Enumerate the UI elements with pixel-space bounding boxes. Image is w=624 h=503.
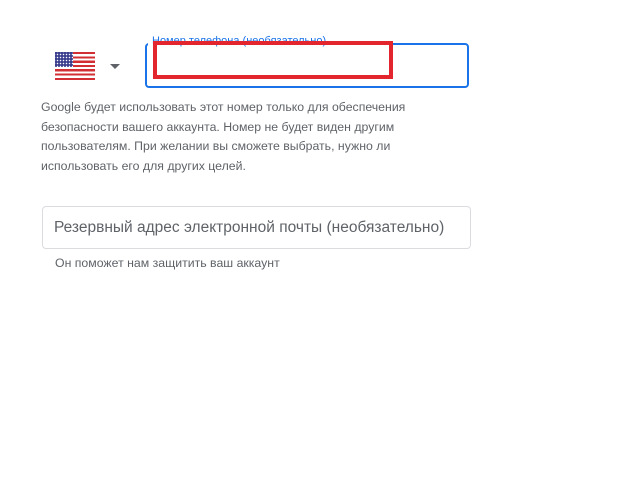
chevron-down-icon	[110, 63, 120, 69]
phone-hint: Google будет использовать этот номер тол…	[41, 100, 406, 173]
flag-canton	[55, 52, 73, 67]
signup-form: Номер телефона (необязательно) Google бу…	[0, 0, 624, 503]
recovery-email-field[interactable]	[42, 206, 471, 249]
us-flag-icon	[55, 52, 95, 80]
recovery-email-input[interactable]	[43, 207, 470, 248]
redaction-box	[153, 41, 393, 79]
country-selector[interactable]	[47, 43, 137, 89]
recovery-email-hint: Он поможет нам защитить ваш аккаунт	[55, 256, 280, 270]
